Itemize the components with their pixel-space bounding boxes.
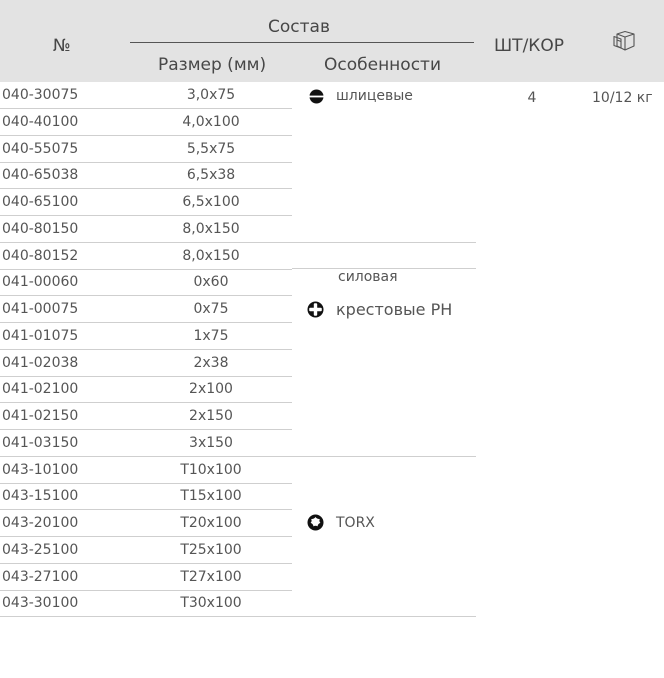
article-number: 041-02100 [2,381,79,397]
features-header: Особенности [324,55,441,75]
size-value: T15x100 [180,488,242,504]
box-weight-value: 10/12 кг [592,90,653,106]
article-number: 041-02150 [2,408,79,424]
table-row: 040-80150 8,0x150 [0,216,664,243]
size-value: 0x60 [193,274,229,290]
feature-group-divider [292,456,476,457]
article-number: 040-55075 [2,141,79,157]
composition-header: Состав [268,17,330,37]
feature-phillips: крестовые PH [307,300,452,319]
size-header: Размер (мм) [158,55,267,75]
size-value: T27x100 [180,569,242,585]
table-row: 043-30100 T30x100 [0,590,664,617]
table-row: 043-27100 T27x100 [0,564,664,591]
size-value: 2x38 [193,355,229,371]
size-value: 5,5x75 [186,141,236,157]
table-row: 041-02038 2x38 [0,350,664,377]
size-value: 2x100 [189,381,233,397]
phillips-tip-icon [307,301,324,318]
box-3d-icon [612,30,636,52]
feature-torx-label: TORX [336,514,375,531]
table-row: 040-55075 5,5x75 [0,136,664,163]
size-value: 2x150 [189,408,233,424]
size-value: 6,5x38 [186,167,236,183]
size-value: 4,0x100 [182,114,240,130]
size-value: T25x100 [180,542,242,558]
pcs-per-box-value: 4 [527,90,537,106]
article-number: 040-65100 [2,194,79,210]
size-value: 3x150 [189,435,233,451]
feature-phillips-label: крестовые PH [336,300,453,319]
article-number: 041-02038 [2,355,79,371]
table-row: 041-02150 2x150 [0,403,664,430]
size-value: 0x75 [193,301,229,317]
article-number: 040-40100 [2,114,79,130]
table-row: 041-00060 0x60 [0,269,664,296]
table-row: 040-40100 4,0x100 [0,109,664,136]
article-number: 043-30100 [2,595,79,611]
pcs-per-box-header: ШТ/КОР [494,36,564,56]
feature-group-divider [292,268,476,269]
number-header: № [53,36,71,56]
feature-slotted: шлицевые [309,88,413,104]
article-number: 041-00075 [2,301,79,317]
article-number: 043-27100 [2,569,79,585]
feature-torx: TORX [307,514,375,531]
size-value: T20x100 [180,515,242,531]
size-value: T10x100 [180,462,242,478]
table-row: 040-65038 6,5x38 [0,162,664,189]
table-row: 041-03150 3x150 [0,430,664,457]
table-row: 041-02100 2x100 [0,376,664,403]
article-number: 040-80152 [2,248,79,264]
feature-group-divider [292,242,476,243]
article-number: 040-30075 [2,87,79,103]
article-number: 041-00060 [2,274,79,290]
article-number: 043-15100 [2,488,79,504]
size-value: 6,5x100 [182,194,240,210]
article-number: 040-80150 [2,221,79,237]
table-row: 041-01075 1x75 [0,323,664,350]
header-divider [130,42,474,43]
table-row: 040-80152 8,0x150 [0,243,664,270]
article-number: 041-01075 [2,328,79,344]
article-number: 043-25100 [2,542,79,558]
table-row: 043-15100 T15x100 [0,483,664,510]
table-row: 043-10100 T10x100 [0,457,664,484]
torx-tip-icon [307,514,324,531]
article-number: 043-20100 [2,515,79,531]
slotted-tip-icon [309,89,324,104]
size-value: 3,0x75 [186,87,236,103]
size-value: 8,0x150 [182,248,240,264]
size-value: 8,0x150 [182,221,240,237]
article-number: 041-03150 [2,435,79,451]
table-row: 040-65100 6,5x100 [0,189,664,216]
feature-power-label: силовая [338,269,398,285]
article-number: 040-65038 [2,167,79,183]
size-value: T30x100 [180,595,242,611]
feature-slotted-label: шлицевые [336,88,413,104]
row-divider [0,616,292,617]
size-value: 1x75 [193,328,229,344]
article-number: 043-10100 [2,462,79,478]
feature-group-divider [292,616,476,617]
table-row: 043-25100 T25x100 [0,537,664,564]
